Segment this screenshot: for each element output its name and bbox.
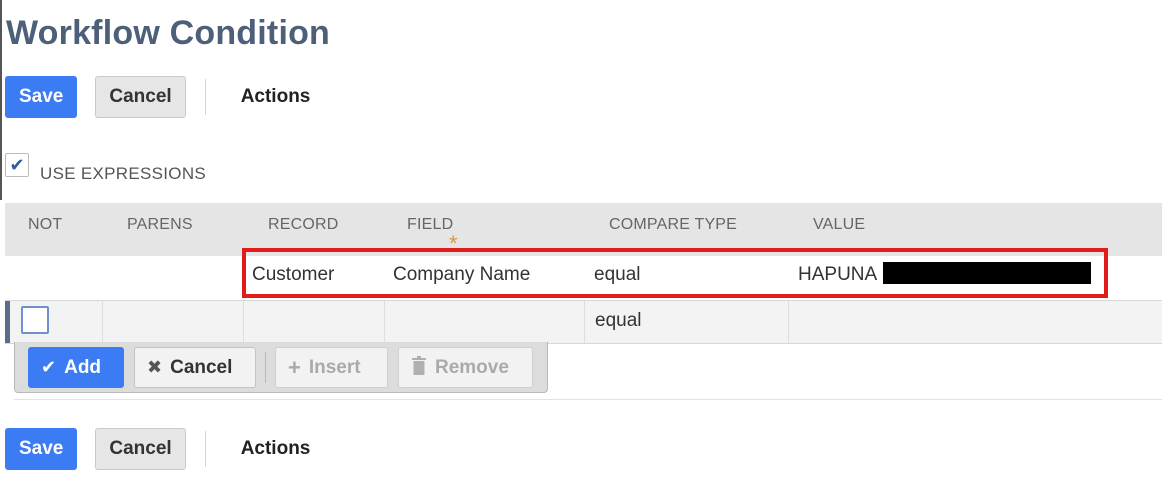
use-expressions-option: ✔ USE EXPRESSIONS — [5, 146, 206, 184]
left-edge-border — [0, 0, 2, 200]
not-checkbox[interactable] — [21, 306, 49, 334]
use-expressions-checkbox[interactable]: ✔ — [5, 153, 29, 177]
highlight-annotation-box — [242, 248, 1108, 298]
edit-cell-record[interactable] — [244, 301, 385, 343]
column-header-value: VALUE — [813, 216, 866, 233]
cancel-button[interactable]: Cancel — [95, 76, 186, 118]
add-label: Add — [64, 356, 102, 378]
edit-toolbar-divider — [265, 352, 266, 383]
plus-icon: + — [288, 354, 301, 380]
column-header-not: NOT — [28, 216, 63, 233]
column-header-field: FIELD — [407, 216, 454, 233]
trash-icon — [411, 355, 427, 380]
row-edit-toolbar: ✔ Add ✖ Cancel + Insert Remove — [14, 342, 548, 393]
edit-cell-value[interactable] — [789, 301, 1161, 343]
insert-label: Insert — [308, 356, 361, 378]
remove-button[interactable]: Remove — [398, 347, 533, 388]
row-cancel-button[interactable]: ✖ Cancel — [134, 347, 256, 388]
save-button[interactable]: Save — [5, 76, 78, 118]
save-button-bottom[interactable]: Save — [5, 428, 78, 470]
checkmark-icon: ✔ — [9, 154, 25, 175]
close-icon: ✖ — [147, 357, 163, 377]
insert-button[interactable]: + Insert — [275, 347, 388, 388]
checkmark-icon: ✔ — [41, 357, 57, 377]
add-button[interactable]: ✔ Add — [28, 347, 124, 388]
edit-row[interactable]: equal — [5, 300, 1162, 344]
column-header-compare-type: COMPARE TYPE — [609, 216, 738, 233]
section-divider — [14, 399, 1162, 400]
cancel-button-bottom[interactable]: Cancel — [95, 428, 186, 470]
actions-menu[interactable]: Actions — [241, 86, 311, 108]
page-title: Workflow Condition — [6, 14, 331, 52]
row-cancel-label: Cancel — [170, 356, 233, 378]
column-header-record: RECORD — [268, 216, 339, 233]
edit-compare-type-value: equal — [595, 310, 642, 331]
bottom-toolbar: Save Cancel Actions — [5, 428, 311, 470]
use-expressions-label: USE EXPRESSIONS — [40, 164, 207, 183]
actions-menu-bottom[interactable]: Actions — [241, 438, 311, 460]
edit-cell-not — [5, 301, 103, 343]
edit-cell-field[interactable] — [385, 301, 585, 343]
remove-label: Remove — [435, 356, 509, 378]
top-toolbar: Save Cancel Actions — [5, 76, 311, 118]
column-header-parens: PARENS — [127, 216, 193, 233]
edit-cell-parens[interactable] — [103, 301, 244, 343]
toolbar-divider — [204, 79, 206, 115]
toolbar-divider — [204, 431, 206, 467]
